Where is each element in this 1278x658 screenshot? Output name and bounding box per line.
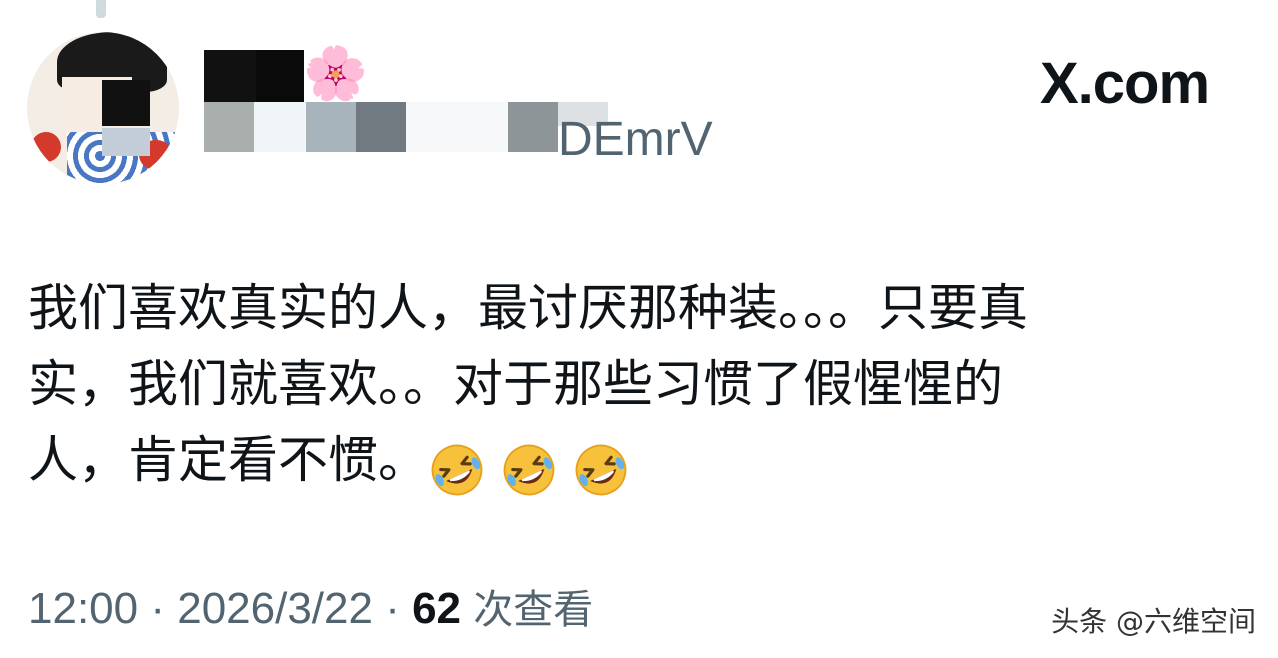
handle-suffix: DEmrV — [558, 113, 713, 166]
view-label: 次查看 — [473, 587, 594, 633]
rolling-on-floor-laughing-icon — [431, 444, 483, 495]
source-watermark: 头条 @六维空间 — [1051, 605, 1256, 638]
tweet-text-line: 实，我们就喜欢。。对于那些习惯了假惺惺的 — [28, 355, 1003, 413]
tweet-screenshot: 🌸 DEmrV X.com 我们喜欢真实的人，最讨厌那种装。。。只要真 实，我们… — [0, 0, 1278, 658]
emoji-group — [428, 428, 644, 504]
view-count: 62 — [412, 584, 462, 633]
flower-decoration — [31, 132, 61, 162]
avatar[interactable] — [27, 32, 179, 184]
mosaic-block — [102, 80, 150, 126]
separator-dot: · — [372, 584, 413, 633]
tweet-date[interactable]: 2026/3/22 — [177, 584, 373, 633]
cherry-blossom-icon: 🌸 — [303, 44, 368, 104]
tweet-text-line: 人，肯定看不惯。 — [28, 431, 428, 489]
tweet-body: 我们喜欢真实的人，最讨厌那种装。。。只要真 实，我们就喜欢。。对于那些习惯了假惺… — [28, 270, 1238, 504]
rolling-on-floor-laughing-icon — [503, 444, 555, 495]
thread-connector-line — [96, 0, 106, 18]
separator-dot: · — [138, 584, 178, 633]
tweet-metadata: 12:00 · 2026/3/22 · 62 次查看 — [28, 582, 593, 637]
tweet-text-line: 我们喜欢真实的人，最讨厌那种装。。。只要真 — [28, 279, 1028, 337]
tweet-time[interactable]: 12:00 — [28, 584, 138, 633]
mosaic-block — [102, 128, 150, 156]
x-logo[interactable]: X.com — [1040, 52, 1210, 116]
rolling-on-floor-laughing-icon — [575, 444, 627, 495]
